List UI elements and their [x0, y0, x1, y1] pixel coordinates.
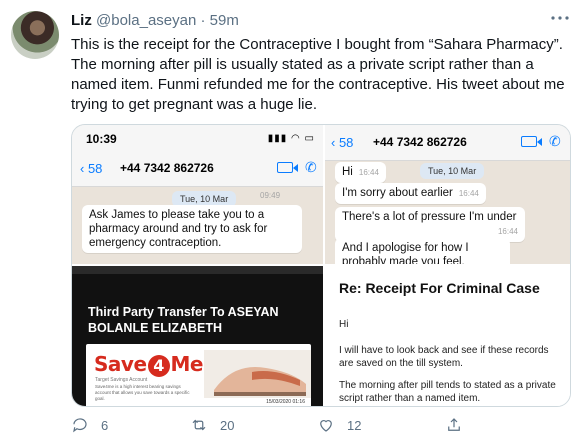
chat-message-text: There's a lot of pressure I'm under — [342, 211, 517, 223]
chat-message: I'm sorry about earlier 16:44 — [335, 183, 486, 204]
reply-button[interactable]: 6 — [71, 414, 108, 436]
tweet[interactable]: Liz @bola_aseyan · 59m This is the recei… — [0, 0, 584, 440]
retweet-icon — [192, 419, 206, 431]
back-count: 58 — [87, 161, 103, 176]
phone-call-icon: ✆ — [305, 159, 317, 175]
back-button: ‹ 58 — [80, 161, 103, 176]
back-count: 58 — [338, 135, 354, 150]
chat-message-text: Hi — [342, 166, 353, 178]
author-handle[interactable]: @bola_aseyan — [96, 12, 196, 29]
chat-message-text: Ask James to please take you to a pharma… — [89, 209, 268, 249]
logo-suffix: Me — [170, 352, 204, 376]
reply-count: 6 — [101, 417, 109, 433]
tweet-header: Liz @bola_aseyan · 59m — [71, 12, 239, 29]
retweet-count: 20 — [220, 417, 235, 433]
message-timestamp: 09:49 — [260, 191, 281, 200]
video-call-icon — [521, 136, 542, 147]
video-call-icon — [277, 162, 298, 173]
share-button[interactable] — [445, 414, 475, 436]
chat-message-text: I'm sorry about earlier — [342, 187, 453, 199]
transfer-title: Third Party Transfer To ASEYAN BOLANLE E… — [88, 305, 279, 335]
phone-call-icon: ✆ — [549, 133, 561, 149]
media-chat-screenshot-2[interactable]: ‹ 58 +44 7342 862726 ✆ Hi 16:44 Tue, 10 M… — [325, 125, 570, 264]
media-receipt-email[interactable]: Re: Receipt For Criminal Case Hi I will … — [325, 266, 570, 406]
chat-header: ‹ 58 +44 7342 862726 ✆ — [325, 125, 570, 161]
signal-wifi-battery-icon: ▮▮▮ ◠ ▭ — [267, 133, 315, 144]
save4me-card: Save 4 Me Target Savings Account Save4me i… — [86, 344, 311, 406]
tweet-text: This is the receipt for the Contraceptiv… — [71, 36, 565, 113]
status-clock: 10:39 — [86, 132, 117, 146]
tweet-time[interactable]: 59m — [210, 12, 239, 29]
message-timestamp: 16:44 — [497, 227, 518, 236]
separator: · — [200, 12, 206, 29]
chat-message: And I apologise for how I probably made … — [335, 238, 510, 264]
card-date: 15/03/2020 01:16 — [266, 399, 305, 405]
status-bar: 10:39 ▮▮▮ ◠ ▭ — [72, 125, 323, 151]
card-description: Save4me is a high interest bearing savin… — [95, 384, 190, 401]
message-timestamp: 16:44 — [358, 168, 379, 177]
reply-icon — [73, 418, 87, 433]
chat-message: There's a lot of pressure I'm under 16:4… — [335, 207, 525, 242]
email-greeting: Hi — [339, 319, 349, 330]
shoe-image — [204, 350, 311, 398]
retweet-button[interactable]: 20 — [190, 414, 234, 436]
ellipsis-icon[interactable] — [548, 8, 572, 28]
tweet-actions: 6 20 12 — [71, 414, 576, 436]
chat-message: Hi 16:44 — [335, 162, 386, 183]
like-count: 12 — [347, 417, 362, 433]
back-button: ‹ 58 — [331, 135, 354, 150]
date-pill: Tue, 10 Mar — [420, 163, 485, 179]
email-paragraph: The morning after pill tends to stated a… — [339, 380, 556, 404]
media-chat-screenshot-1[interactable]: 10:39 ▮▮▮ ◠ ▭ ‹ 58 +44 7342 862726 ✆ Tue… — [72, 125, 323, 264]
chat-contact-number: +44 7342 862726 — [373, 135, 467, 149]
save4me-logo: Save 4 Me — [94, 352, 203, 377]
chat-message-text: And I apologise for how I probably made … — [342, 242, 469, 264]
author-name[interactable]: Liz — [71, 12, 92, 29]
heart-icon — [320, 420, 332, 432]
logo-digit: 4 — [147, 355, 170, 377]
logo-prefix: Save — [94, 352, 147, 376]
chat-message: Ask James to please take you to a pharma… — [82, 205, 302, 253]
like-button[interactable]: 12 — [317, 414, 361, 436]
media-grid[interactable]: 10:39 ▮▮▮ ◠ ▭ ‹ 58 +44 7342 862726 ✆ Tue… — [71, 124, 571, 407]
card-tagline: Target Savings Account — [95, 377, 148, 383]
share-icon — [448, 418, 460, 431]
email-paragraph: I will have to look back and see if thes… — [339, 345, 549, 369]
chat-contact-number: +44 7342 862726 — [120, 161, 214, 175]
message-timestamp: 16:44 — [458, 189, 479, 198]
media-transfer-screenshot[interactable]: Third Party Transfer To ASEYAN BOLANLE E… — [72, 266, 323, 406]
avatar[interactable] — [11, 11, 59, 59]
chat-header: ‹ 58 +44 7342 862726 ✆ — [72, 151, 323, 187]
header-strip — [72, 266, 323, 274]
email-subject: Re: Receipt For Criminal Case — [339, 280, 540, 296]
